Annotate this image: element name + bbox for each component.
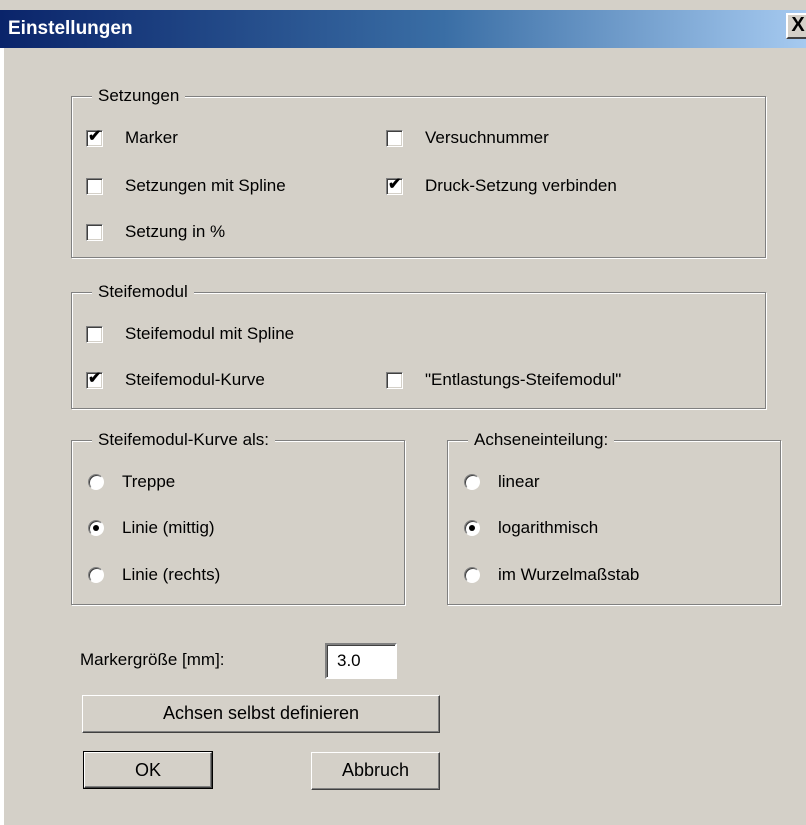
wurzel-radio[interactable]: im Wurzelmaßstab bbox=[464, 565, 639, 585]
wurzel-radio-circle[interactable] bbox=[464, 567, 480, 583]
entlastung-checkbox[interactable]: "Entlastungs-Steifemodul" bbox=[386, 370, 621, 390]
setzung-prozent-checkbox-box[interactable] bbox=[86, 223, 103, 241]
entlastung-checkbox-box[interactable] bbox=[386, 371, 403, 389]
treppe-radio[interactable]: Treppe bbox=[88, 472, 175, 492]
versuchnummer-checkbox[interactable]: Versuchnummer bbox=[386, 128, 549, 148]
setzungen-spline-label: Setzungen mit Spline bbox=[125, 176, 286, 195]
linie-mittig-label: Linie (mittig) bbox=[122, 518, 215, 537]
steifemodul-legend: Steifemodul bbox=[92, 282, 194, 302]
druck-setzung-checkbox[interactable]: ✔ Druck-Setzung verbinden bbox=[386, 176, 617, 196]
title-bar[interactable]: Einstellungen bbox=[0, 10, 806, 48]
ok-button[interactable]: OK bbox=[83, 751, 213, 789]
setzung-prozent-checkbox[interactable]: Setzung in % bbox=[86, 222, 225, 242]
marker-label: Marker bbox=[125, 128, 178, 147]
versuchnummer-checkbox-box[interactable] bbox=[386, 129, 403, 147]
steifemodul-group: Steifemodul bbox=[71, 282, 766, 409]
marker-checkbox[interactable]: ✔ Marker bbox=[86, 128, 178, 148]
wurzel-label: im Wurzelmaßstab bbox=[498, 565, 640, 584]
logarithmisch-label: logarithmisch bbox=[498, 518, 599, 537]
close-button[interactable]: X bbox=[786, 13, 806, 39]
setzungen-spline-checkbox-box[interactable] bbox=[86, 177, 103, 195]
marker-size-input[interactable]: 3.0 bbox=[325, 643, 397, 679]
linear-radio[interactable]: linear bbox=[464, 472, 540, 492]
logarithmisch-radio[interactable]: logarithmisch bbox=[464, 518, 598, 538]
treppe-radio-circle[interactable] bbox=[88, 474, 104, 490]
versuchnummer-label: Versuchnummer bbox=[425, 128, 549, 147]
steifemodul-kurve-checkbox[interactable]: ✔ Steifemodul-Kurve bbox=[86, 370, 265, 390]
setzungen-spline-checkbox[interactable]: Setzungen mit Spline bbox=[86, 176, 286, 196]
check-icon: ✔ bbox=[88, 369, 102, 387]
radio-selected-dot bbox=[469, 525, 475, 531]
druck-setzung-label: Druck-Setzung verbinden bbox=[425, 176, 617, 195]
steifemodul-spline-checkbox-box[interactable] bbox=[86, 325, 103, 343]
linie-mittig-radio[interactable]: Linie (mittig) bbox=[88, 518, 215, 538]
steifemodul-spline-checkbox[interactable]: Steifemodul mit Spline bbox=[86, 324, 294, 344]
check-icon: ✔ bbox=[388, 175, 402, 193]
setzungen-legend: Setzungen bbox=[92, 86, 186, 106]
treppe-label: Treppe bbox=[122, 472, 176, 491]
achsen-legend: Achseneinteilung: bbox=[468, 430, 615, 450]
window-edge bbox=[0, 48, 4, 825]
close-icon: X bbox=[791, 14, 805, 36]
define-axes-button[interactable]: Achsen selbst definieren bbox=[82, 695, 440, 733]
check-icon: ✔ bbox=[88, 127, 102, 145]
steifemodul-spline-label: Steifemodul mit Spline bbox=[125, 324, 295, 343]
steifemodul-kurve-label: Steifemodul-Kurve bbox=[125, 370, 265, 389]
window-title: Einstellungen bbox=[8, 18, 133, 39]
druck-setzung-checkbox-box[interactable]: ✔ bbox=[386, 175, 403, 195]
linear-label: linear bbox=[498, 472, 540, 491]
radio-selected-dot bbox=[93, 525, 99, 531]
marker-size-label: Markergröße [mm]: bbox=[80, 650, 225, 669]
linie-mittig-radio-circle[interactable] bbox=[88, 520, 104, 536]
linear-radio-circle[interactable] bbox=[464, 474, 480, 490]
linie-rechts-label: Linie (rechts) bbox=[122, 565, 221, 584]
steifemodul-kurve-checkbox-box[interactable]: ✔ bbox=[86, 369, 103, 389]
setzung-prozent-label: Setzung in % bbox=[125, 222, 226, 241]
marker-checkbox-box[interactable]: ✔ bbox=[86, 127, 103, 147]
kurve-als-legend: Steifemodul-Kurve als: bbox=[92, 430, 276, 450]
linie-rechts-radio-circle[interactable] bbox=[88, 567, 104, 583]
linie-rechts-radio[interactable]: Linie (rechts) bbox=[88, 565, 220, 585]
cancel-button[interactable]: Abbruch bbox=[311, 752, 440, 790]
entlastung-label: "Entlastungs-Steifemodul" bbox=[425, 370, 622, 389]
logarithmisch-radio-circle[interactable] bbox=[464, 520, 480, 536]
